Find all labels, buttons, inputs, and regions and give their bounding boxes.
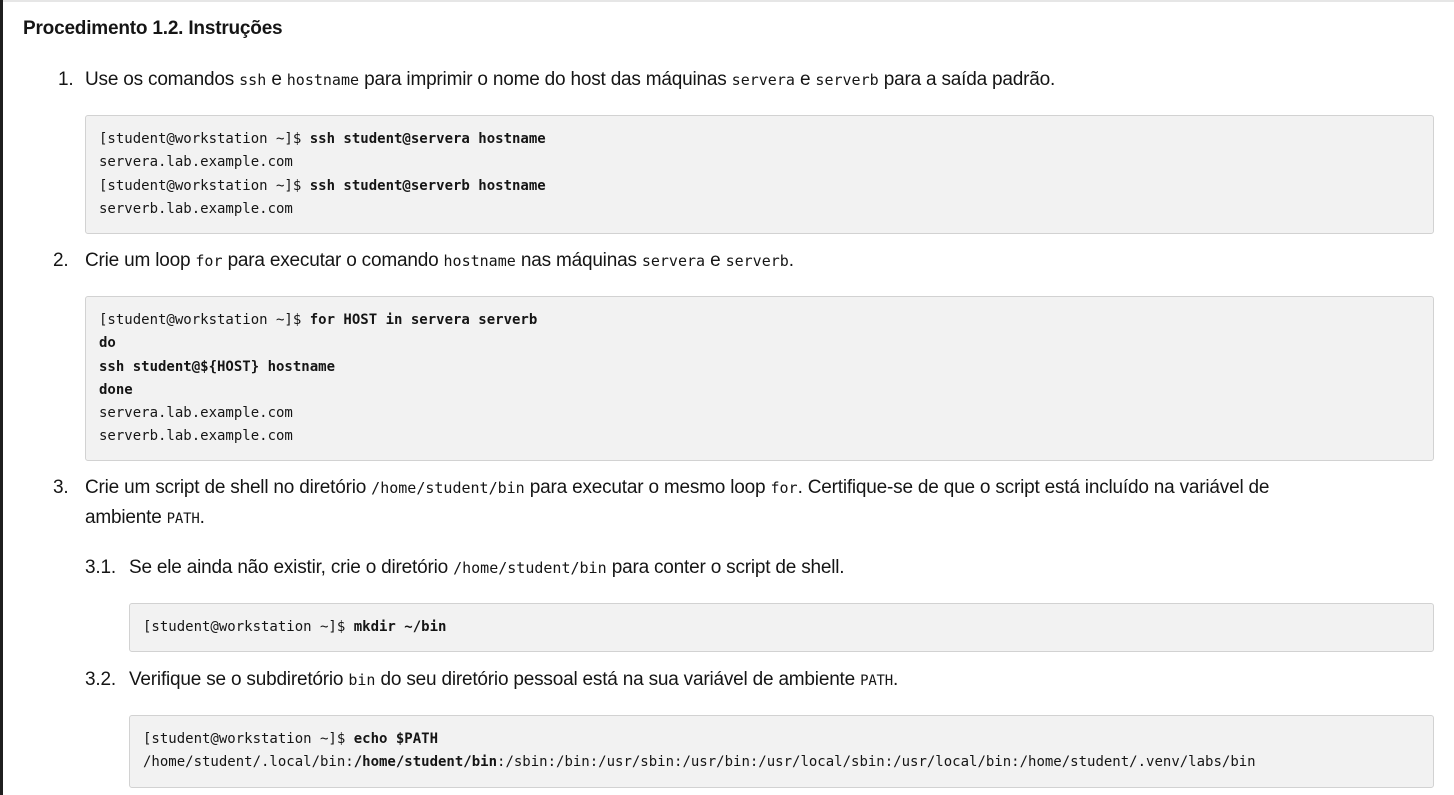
code-block[interactable]: [student@workstation ~]$ echo $PATH/home…	[129, 715, 1434, 788]
code-line: /home/student/.local/bin:/home/student/b…	[143, 754, 1256, 771]
substep-text: Se ele ainda não existir, crie o diretór…	[129, 557, 845, 578]
code-line: [student@workstation ~]$ mkdir ~/bin	[143, 619, 447, 635]
inline-code: serverb	[815, 71, 879, 89]
step-text: Crie um script de shell no diretório /ho…	[85, 477, 1270, 528]
code-line: [student@workstation ~]$ echo $PATH	[143, 731, 439, 747]
code-line: servera.lab.example.com	[99, 405, 293, 422]
code-block[interactable]: [student@workstation ~]$ for HOST in ser…	[85, 296, 1434, 461]
inline-code: servera	[641, 252, 706, 270]
procedure-title: Procedimento 1.2. Instruções	[23, 18, 283, 39]
code-line: [student@workstation ~]$ for HOST in ser…	[99, 312, 538, 328]
inline-code: hostname	[286, 71, 360, 89]
step-text: Use os comandos ssh e hostname para impr…	[85, 69, 1056, 90]
code-line: ssh student@${HOST} hostname	[99, 358, 336, 375]
inline-code: bin	[348, 671, 376, 689]
inline-code: ssh	[239, 71, 267, 89]
inline-code: /home/student/bin	[371, 479, 525, 497]
step-text: Crie um loop for para executar o comando…	[85, 250, 794, 271]
code-line: [student@workstation ~]$ ssh student@ser…	[99, 131, 546, 147]
inline-code: servera	[731, 71, 795, 89]
code-block[interactable]: [student@workstation ~]$ ssh student@ser…	[85, 115, 1434, 234]
substep-text: Verifique se o subdiretório bin do seu d…	[129, 669, 899, 690]
code-line: serverb.lab.example.com	[99, 428, 293, 445]
code-line: servera.lab.example.com	[99, 154, 293, 171]
inline-code: hostname	[443, 252, 516, 270]
code-line: do	[99, 335, 116, 352]
inline-code: for	[195, 252, 223, 270]
code-line: done	[99, 381, 133, 398]
substep-number: 3.2.	[85, 669, 116, 690]
inline-code: /home/student/bin	[453, 559, 607, 577]
inline-code: PATH	[860, 673, 894, 689]
inline-code: serverb	[725, 252, 789, 270]
inline-code: for	[770, 479, 798, 497]
top-divider	[3, 0, 1454, 2]
substep-number: 3.1.	[85, 557, 116, 578]
step-3: 3. Crie um script de shell no diretório …	[53, 473, 1438, 535]
step-number: 3.	[53, 477, 69, 498]
code-line: [student@workstation ~]$ ssh student@ser…	[99, 177, 546, 194]
step-number: 1.	[58, 69, 74, 90]
left-edge-bar	[0, 0, 3, 795]
inline-code: PATH	[166, 511, 200, 527]
code-line: serverb.lab.example.com	[99, 200, 293, 217]
step-number: 2.	[53, 250, 69, 271]
code-block[interactable]: [student@workstation ~]$ mkdir ~/bin	[129, 603, 1434, 652]
